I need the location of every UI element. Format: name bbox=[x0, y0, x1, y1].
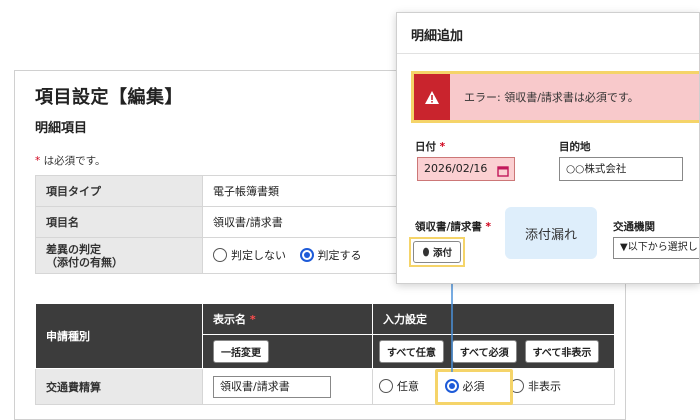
section-title: 明細項目 bbox=[35, 121, 88, 136]
transport-label: 交通機関 bbox=[613, 221, 655, 233]
radio-hidden[interactable]: 非表示 bbox=[510, 378, 561, 394]
header-input-setting: 入力設定 bbox=[372, 303, 615, 335]
item-type-label: 項目タイプ bbox=[35, 175, 203, 207]
row-label-transport-expense: 交通費精算 bbox=[35, 368, 203, 405]
receipt-label-text: 領収書/請求書 bbox=[415, 221, 482, 233]
all-hidden-button[interactable]: すべて非表示 bbox=[524, 340, 600, 363]
radio-circle-judge-selected[interactable] bbox=[299, 247, 314, 262]
dialog-title: 明細追加 bbox=[411, 29, 464, 44]
date-label: 日付 * bbox=[415, 139, 445, 154]
bulk-change-cell: 一括変更 bbox=[202, 334, 373, 369]
radio-judge[interactable]: 判定する bbox=[299, 247, 362, 263]
radio-label-no-judge: 判定しない bbox=[231, 248, 286, 262]
add-detail-dialog: 明細追加 エラー: 領収書/請求書は必須です。 日付 * 2026/02/16 … bbox=[396, 12, 700, 284]
destination-label: 目的地 bbox=[559, 141, 591, 153]
page-title: 項目設定【編集】 bbox=[35, 87, 183, 108]
error-banner: エラー: 領収書/請求書は必須です。 bbox=[411, 71, 699, 123]
table-header-row-1: 申請種別 表示名 * 入力設定 bbox=[35, 303, 615, 369]
radio-circle-hidden[interactable] bbox=[510, 378, 524, 393]
dialog-divider bbox=[397, 53, 699, 54]
table-row: 交通費精算 領収書/請求書 任意 必須 非表示 bbox=[35, 368, 615, 405]
bulk-change-button[interactable]: 一括変更 bbox=[213, 340, 269, 363]
radio-circle-no-judge[interactable] bbox=[213, 247, 227, 262]
display-name-input[interactable]: 領収書/請求書 bbox=[213, 375, 331, 398]
radio-label-judge: 判定する bbox=[317, 248, 362, 262]
all-required-button[interactable]: すべて必須 bbox=[451, 340, 517, 363]
date-value: 2026/02/16 bbox=[424, 162, 488, 175]
date-required-star: * bbox=[439, 141, 446, 153]
radio-circle-optional[interactable] bbox=[379, 378, 393, 393]
header-display-name-text: 表示名 bbox=[213, 313, 246, 326]
date-input[interactable]: 2026/02/16 bbox=[417, 157, 515, 181]
application-type-table: 申請種別 表示名 * 入力設定 一括変更 すべて任意 すべて必須 すべて非表示 … bbox=[35, 303, 615, 405]
radio-label-required: 必須 bbox=[462, 379, 485, 393]
radio-required[interactable]: 必須 bbox=[444, 378, 485, 394]
missing-attachment-tooltip: 添付漏れ bbox=[505, 207, 597, 259]
header-application-type: 申請種別 bbox=[35, 303, 203, 369]
header-display-name: 表示名 * bbox=[202, 303, 373, 335]
radio-optional[interactable]: 任意 bbox=[379, 378, 419, 394]
radio-no-judge[interactable]: 判定しない bbox=[213, 247, 286, 263]
bulk-setting-buttons: すべて任意 すべて必須 すべて非表示 bbox=[372, 334, 615, 369]
radio-label-optional: 任意 bbox=[397, 379, 419, 393]
destination-input[interactable]: ○○株式会社 bbox=[559, 157, 683, 181]
radio-circle-required-selected[interactable] bbox=[444, 378, 459, 393]
required-note: * は必須です。 bbox=[35, 153, 106, 168]
diff-label-line2: （添付の有無） bbox=[46, 255, 123, 269]
display-name-cell: 領収書/請求書 bbox=[202, 368, 373, 405]
all-optional-button[interactable]: すべて任意 bbox=[379, 340, 444, 363]
warning-icon bbox=[414, 74, 450, 120]
receipt-required-star: * bbox=[485, 221, 492, 233]
paperclip-icon bbox=[422, 247, 429, 257]
transport-select[interactable]: ▼以下から選択し bbox=[613, 237, 699, 259]
required-note-text: は必須です。 bbox=[40, 155, 106, 167]
diff-judgement-label: 差異の判定 （添付の有無） bbox=[35, 237, 203, 274]
input-setting-options: 任意 必須 非表示 bbox=[372, 368, 615, 405]
attach-button[interactable]: 添付 bbox=[413, 241, 461, 263]
calendar-icon[interactable] bbox=[497, 163, 509, 185]
receipt-label: 領収書/請求書 * bbox=[415, 219, 491, 234]
diff-label-line1: 差異の判定 bbox=[46, 242, 101, 256]
item-name-label: 項目名 bbox=[35, 206, 203, 238]
radio-label-hidden: 非表示 bbox=[528, 379, 561, 393]
date-label-text: 日付 bbox=[415, 141, 436, 153]
header-display-name-required-star: * bbox=[249, 313, 256, 326]
error-message: エラー: 領収書/請求書は必須です。 bbox=[464, 91, 639, 104]
attach-label: 添付 bbox=[432, 248, 452, 259]
